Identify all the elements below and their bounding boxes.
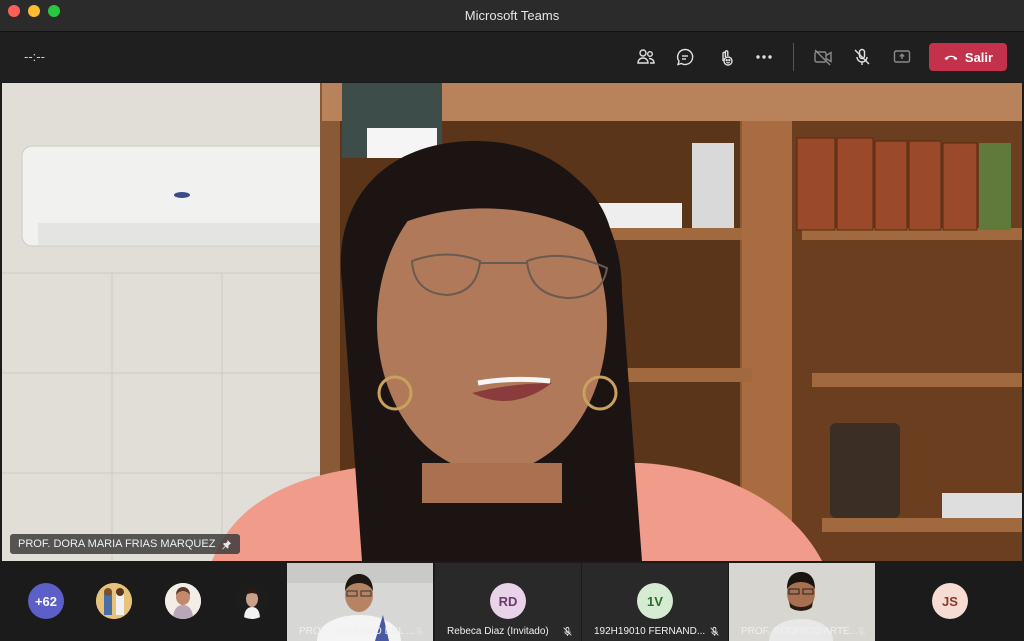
participant-initials: 1V bbox=[637, 583, 673, 619]
reactions-button[interactable] bbox=[713, 45, 737, 69]
participants-icon bbox=[637, 49, 655, 64]
window-title: Microsoft Teams bbox=[464, 8, 560, 23]
more-options-button[interactable] bbox=[752, 45, 776, 69]
mic-toggle-button[interactable] bbox=[850, 45, 874, 69]
participant-name: PROF. GERARDO DEL ... bbox=[299, 626, 415, 637]
participant-tile[interactable]: PROF. GERARDO DEL ... bbox=[287, 563, 433, 641]
speaker-video-image bbox=[2, 83, 1022, 561]
participant-avatar[interactable]: JS bbox=[932, 583, 968, 619]
participant-tile[interactable]: PROF. RODRIGO ARTE... bbox=[729, 563, 875, 641]
window-controls bbox=[8, 5, 60, 17]
meeting-timer: --:-- bbox=[24, 49, 45, 64]
close-window-button[interactable] bbox=[8, 5, 20, 17]
main-video-feed: PROF. DORA MARIA FRIAS MARQUEZ bbox=[2, 83, 1022, 561]
participant-strip: +62 PROF. GERARDO DEL ... RD Rebeca Diaz… bbox=[0, 562, 1024, 641]
participant-initials: RD bbox=[490, 583, 526, 619]
share-screen-button[interactable] bbox=[890, 45, 914, 69]
chat-icon bbox=[676, 48, 694, 66]
speaker-name-tag: PROF. DORA MARIA FRIAS MARQUEZ bbox=[10, 534, 241, 554]
participant-initials: JS bbox=[942, 593, 958, 609]
leave-label: Salir bbox=[964, 49, 994, 65]
participant-name: PROF. RODRIGO ARTE... bbox=[741, 626, 859, 637]
participants-button[interactable] bbox=[634, 45, 658, 69]
chat-button[interactable] bbox=[673, 45, 697, 69]
avatar-photo bbox=[165, 583, 201, 619]
participant-tile[interactable]: 1V 192H19010 FERNAND... bbox=[582, 563, 728, 641]
participant-name: 192H19010 FERNAND... bbox=[594, 626, 706, 637]
pin-icon[interactable] bbox=[221, 539, 232, 550]
maximize-window-button[interactable] bbox=[48, 5, 60, 17]
speaker-name: PROF. DORA MARIA FRIAS MARQUEZ bbox=[18, 538, 216, 550]
leave-button[interactable]: Salir bbox=[929, 43, 1007, 71]
title-bar: Microsoft Teams bbox=[0, 0, 1024, 32]
more-participants-button[interactable]: +62 bbox=[28, 583, 64, 619]
participant-avatar[interactable] bbox=[96, 583, 132, 619]
overflow-count: +62 bbox=[34, 593, 58, 609]
participant-avatar[interactable] bbox=[234, 583, 270, 619]
mic-off-icon bbox=[854, 48, 870, 65]
camera-off-icon bbox=[814, 49, 832, 66]
mic-muted-icon bbox=[563, 626, 572, 636]
mic-muted-icon bbox=[415, 626, 424, 636]
participant-tile[interactable]: RD Rebeca Diaz (Invitado) bbox=[435, 563, 581, 641]
participant-avatar[interactable] bbox=[165, 583, 201, 619]
share-icon bbox=[893, 50, 911, 63]
avatar-photo bbox=[96, 583, 132, 619]
mic-muted-icon bbox=[857, 626, 866, 636]
mic-muted-icon bbox=[710, 626, 719, 636]
camera-toggle-button[interactable] bbox=[811, 45, 835, 69]
hang-up-icon bbox=[944, 55, 958, 60]
minimize-window-button[interactable] bbox=[28, 5, 40, 17]
more-icon bbox=[756, 55, 772, 59]
toolbar-divider bbox=[793, 43, 794, 71]
meeting-toolbar: --:-- Salir bbox=[0, 32, 1024, 82]
participant-name: Rebeca Diaz (Invitado) bbox=[447, 626, 549, 637]
avatar-photo bbox=[234, 583, 270, 619]
reactions-icon bbox=[722, 50, 733, 66]
